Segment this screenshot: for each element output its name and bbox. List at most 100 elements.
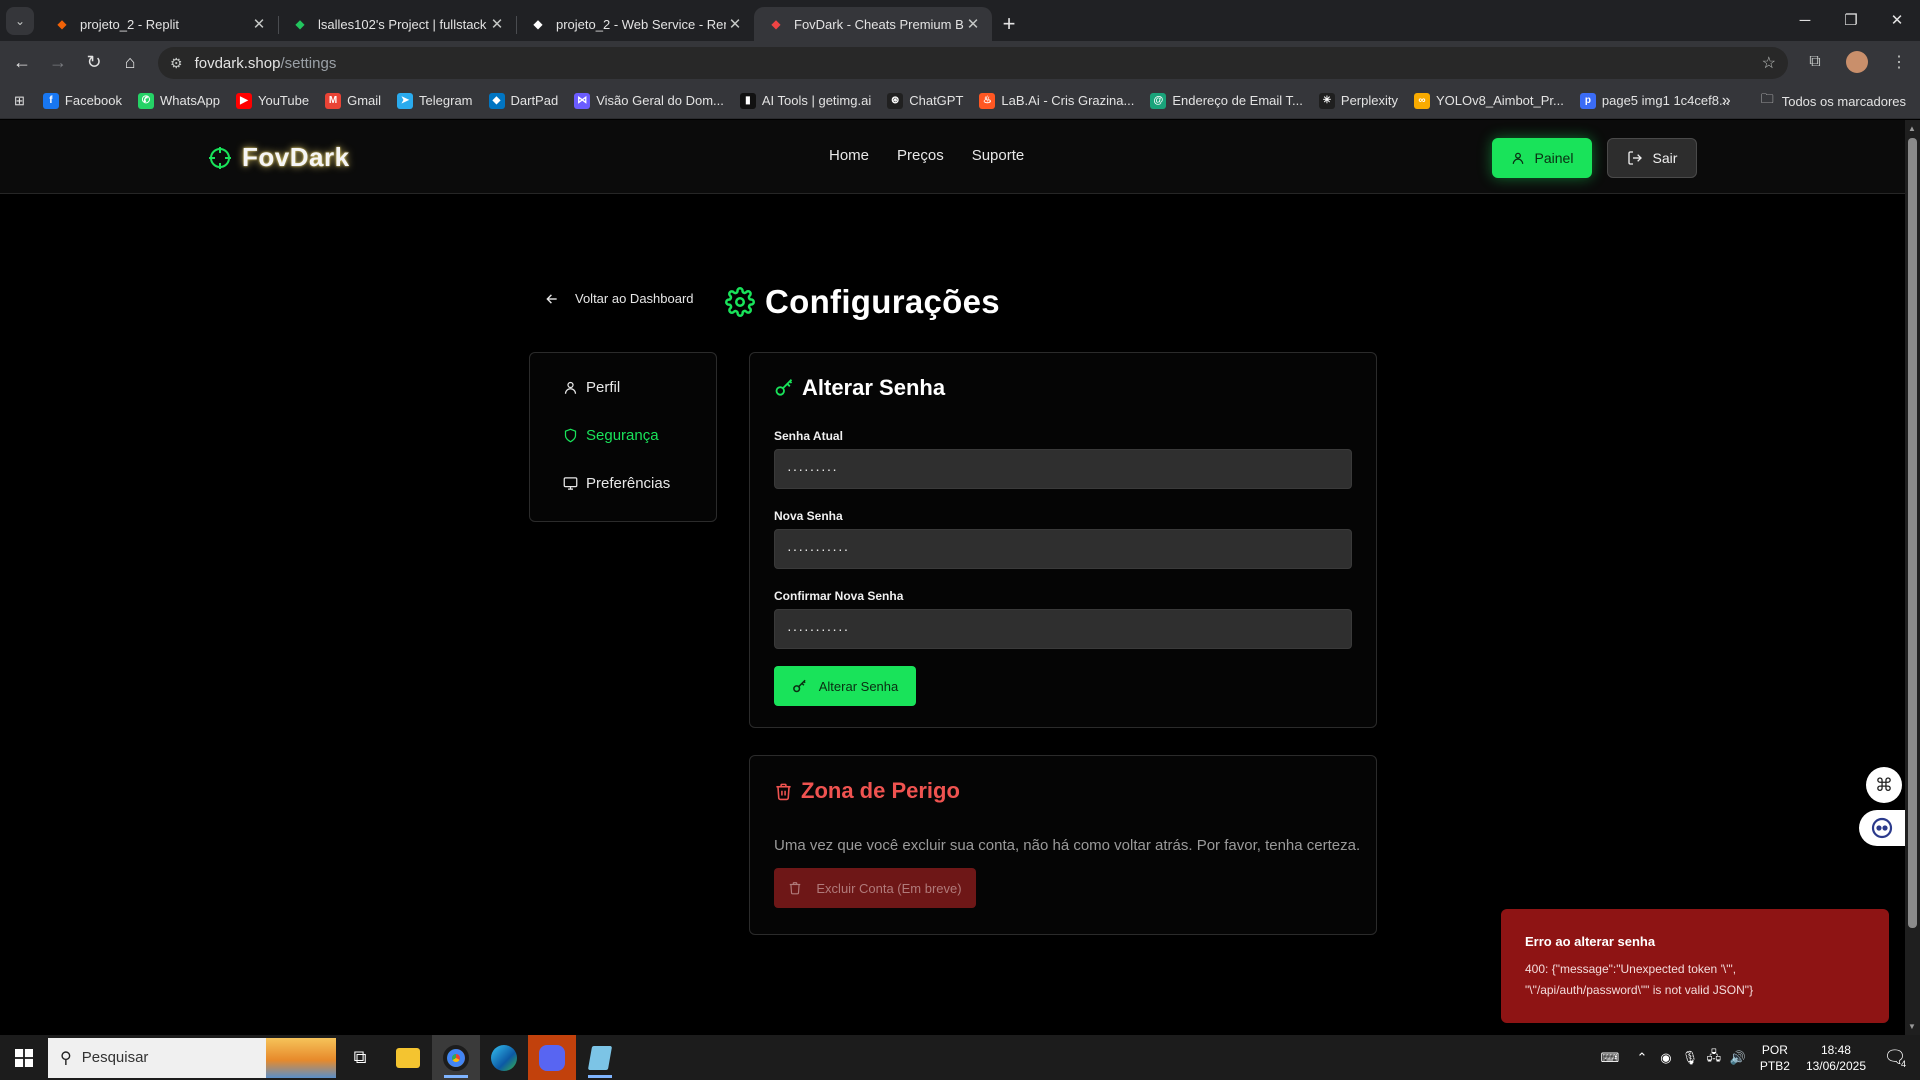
menu-item-label: Perfil xyxy=(586,379,621,396)
windows-start-button[interactable] xyxy=(0,1035,48,1080)
discord-icon[interactable] xyxy=(528,1035,576,1080)
bookmark-item[interactable]: ⊛ ChatGPT xyxy=(887,92,963,109)
tab-favicon-icon: ◆ xyxy=(295,17,305,31)
chevron-up-icon[interactable]: ⌃ xyxy=(1630,1050,1654,1066)
edge-icon[interactable] xyxy=(480,1035,528,1080)
forward-arrow-icon[interactable]: → xyxy=(40,46,76,78)
back-to-dashboard-link[interactable]: Voltar ao Dashboard xyxy=(545,291,694,306)
page-scrollbar[interactable]: ▲ ▼ xyxy=(1905,120,1920,1035)
chrome-icon[interactable] xyxy=(432,1035,480,1080)
search-highlight-image xyxy=(266,1037,336,1078)
bookmark-item[interactable]: ∞ YOLOv8_Aimbot_Pr... xyxy=(1413,92,1564,109)
camera-icon[interactable]: ◉ xyxy=(1654,1050,1678,1066)
apps-grid-icon[interactable]: ⊞ xyxy=(14,93,25,109)
nav-home[interactable]: Home xyxy=(829,147,869,164)
painel-button[interactable]: Painel xyxy=(1492,138,1592,178)
restore-icon[interactable]: ❐ xyxy=(1828,0,1874,40)
all-bookmarks-folder[interactable]: Todos os marcadores xyxy=(1782,94,1906,109)
scroll-down-icon[interactable]: ▼ xyxy=(1908,1022,1916,1031)
address-bar[interactable]: ⚙ fovdark.shop/settings ☆ xyxy=(158,47,1788,79)
brand-name: FovDark xyxy=(242,142,350,172)
bookmark-favicon-icon: ✆ xyxy=(138,92,154,109)
user-icon xyxy=(1512,152,1523,164)
extensions-icon[interactable]: ⧉ xyxy=(1794,53,1836,71)
delete-account-button[interactable]: Excluir Conta (Em breve) xyxy=(774,868,976,908)
current-password-field[interactable]: ········· xyxy=(774,449,1352,489)
reload-icon[interactable]: ↻ xyxy=(76,46,112,78)
bookmark-item[interactable]: ➤ Telegram xyxy=(397,92,473,109)
notification-center-button[interactable]: 🗨 4 xyxy=(1880,1043,1910,1073)
bookmark-item[interactable]: ✆ WhatsApp xyxy=(138,92,220,109)
bookmark-item[interactable]: M Gmail xyxy=(325,92,381,109)
menu-item-preferencias[interactable]: Preferências xyxy=(563,475,670,492)
home-icon[interactable]: ⌂ xyxy=(112,46,148,78)
tab-close-icon[interactable]: ✕ xyxy=(488,15,506,33)
bookmark-item[interactable]: @ Endereço de Email T... xyxy=(1150,92,1303,109)
windows-logo-icon xyxy=(15,1048,33,1067)
page-viewport: FovDark Home Preços Suporte Painel Sair … xyxy=(0,120,1920,1035)
new-password-field[interactable]: ··········· xyxy=(774,529,1352,569)
bookmark-label: LaB.Ai - Cris Grazina... xyxy=(1001,93,1135,108)
floating-command-button[interactable]: ⌘ xyxy=(1866,767,1902,803)
bookmark-item[interactable]: ◆ DartPad xyxy=(488,92,558,109)
tab-close-icon[interactable]: ✕ xyxy=(250,15,268,33)
trash-icon xyxy=(790,882,801,895)
browser-tab[interactable]: ◆ FovDark - Cheats Premium Bloc ✕ xyxy=(754,7,992,41)
language-indicator[interactable]: POR PTB2 xyxy=(1760,1042,1790,1074)
menu-item-label: Segurança xyxy=(586,427,659,444)
confirm-password-field[interactable]: ··········· xyxy=(774,609,1352,649)
change-password-button[interactable]: Alterar Senha xyxy=(774,666,916,706)
tab-title: lsalles102's Project | fullstack | S xyxy=(318,16,488,32)
scroll-up-icon[interactable]: ▲ xyxy=(1908,124,1916,133)
close-window-icon[interactable]: ✕ xyxy=(1874,0,1920,40)
crosshair-icon xyxy=(209,146,231,169)
keyboard-icon[interactable]: ⌨ xyxy=(1590,1050,1630,1066)
bookmark-item[interactable]: ▶ YouTube xyxy=(235,92,309,109)
tab-close-icon[interactable]: ✕ xyxy=(964,15,982,33)
menu-item-seguranca[interactable]: Segurança xyxy=(563,427,659,444)
site-info-icon[interactable]: ⚙ xyxy=(170,55,183,72)
bookmark-item[interactable]: ⋈ Visão Geral do Dom... xyxy=(574,92,724,109)
bookmark-favicon-icon: ⊛ xyxy=(887,92,904,109)
bookmark-item[interactable]: p page5 img1 1c4cef8... xyxy=(1579,92,1730,109)
bookmark-item[interactable]: ✳ Perplexity xyxy=(1318,92,1398,109)
floating-assistant-button[interactable] xyxy=(1859,810,1905,846)
network-icon[interactable]: 🖧 xyxy=(1702,1047,1726,1069)
more-bookmarks-icon[interactable]: » xyxy=(1722,92,1731,110)
tab-favicon-icon: ◆ xyxy=(533,17,543,31)
nav-precos[interactable]: Preços xyxy=(897,147,944,164)
tab-close-icon[interactable]: ✕ xyxy=(726,15,744,33)
browser-tab[interactable]: ◆ lsalles102's Project | fullstack | S ✕ xyxy=(278,7,516,41)
bookmark-item[interactable]: ♨ LaB.Ai - Cris Grazina... xyxy=(979,92,1135,109)
bookmark-item[interactable]: f Facebook xyxy=(42,92,122,109)
gear-icon xyxy=(725,287,755,317)
menu-item-label: Preferências xyxy=(586,475,671,492)
file-explorer-icon[interactable] xyxy=(384,1035,432,1080)
bookmark-item[interactable]: ▮ AI Tools | getimg.ai xyxy=(739,92,871,109)
volume-icon[interactable]: 🔊 xyxy=(1726,1050,1750,1066)
tab-title: projeto_2 - Web Service - Rend xyxy=(556,16,726,32)
tab-search-button[interactable]: ⌄ xyxy=(6,7,34,35)
scroll-thumb[interactable] xyxy=(1908,138,1917,928)
menu-item-perfil[interactable]: Perfil xyxy=(563,379,620,396)
kebab-menu-icon[interactable]: ⋮ xyxy=(1878,52,1920,72)
minimize-icon[interactable]: ─ xyxy=(1782,0,1828,40)
taskbar-search[interactable]: ⚲ Pesquisar xyxy=(48,1037,336,1078)
back-arrow-icon[interactable]: ← xyxy=(4,46,40,78)
bookmark-star-icon[interactable]: ☆ xyxy=(1762,53,1776,73)
sair-label: Sair xyxy=(1652,150,1678,166)
clock[interactable]: 18:48 13/06/2025 xyxy=(1806,1042,1866,1074)
error-toast[interactable]: Erro ao alterar senha 400: {"message":"U… xyxy=(1501,909,1889,1023)
profile-avatar[interactable] xyxy=(1846,51,1868,73)
toast-line-2: "\"/api/auth/password\"" is not valid JS… xyxy=(1525,983,1754,997)
task-view-icon[interactable]: ⧉ xyxy=(336,1035,384,1080)
microphone-icon[interactable]: 🎙 xyxy=(1678,1050,1702,1066)
nav-suporte[interactable]: Suporte xyxy=(972,147,1025,164)
browser-tab[interactable]: ◆ projeto_2 - Web Service - Rend ✕ xyxy=(516,7,754,41)
browser-tab[interactable]: ◆ projeto_2 - Replit ✕ xyxy=(40,7,278,41)
chevron-down-icon: ⌄ xyxy=(14,14,26,28)
new-tab-button[interactable]: + xyxy=(992,7,1026,41)
brand-logo[interactable]: FovDark xyxy=(208,142,350,173)
sair-button[interactable]: Sair xyxy=(1607,138,1697,178)
notepad-icon[interactable] xyxy=(576,1035,624,1080)
